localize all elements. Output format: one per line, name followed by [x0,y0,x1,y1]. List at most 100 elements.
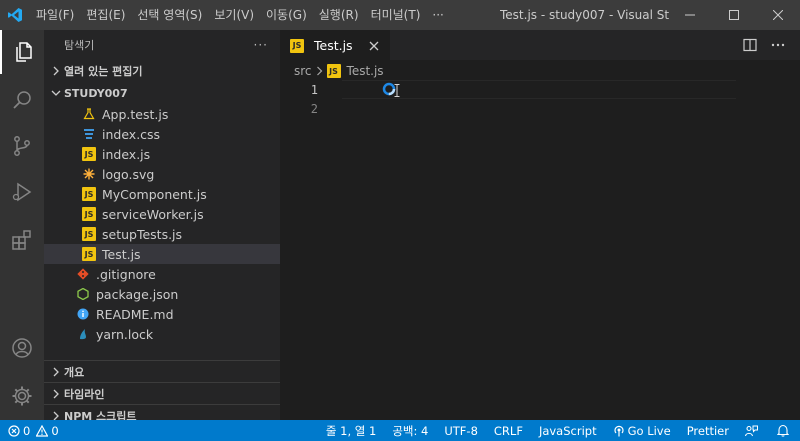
minimize-icon [685,14,695,16]
problems-indicator[interactable]: 0 0 [0,420,59,441]
text-cursor-icon [394,84,400,100]
sidebar-header: 탐색기 ··· [44,30,280,60]
file-item[interactable]: logo.svg [44,164,280,184]
menu-selection[interactable]: 선택 영역(S) [131,0,208,30]
end-of-line[interactable]: CRLF [486,420,531,441]
more-actions-button[interactable] [764,30,792,60]
split-editor-icon [743,38,757,52]
prettier-status[interactable]: Prettier [679,420,737,441]
menu-view[interactable]: 보기(V) [208,0,260,30]
more-icon [771,43,785,47]
timeline-section[interactable]: 타임라인 [44,382,280,404]
outline-section[interactable]: 개요 [44,360,280,382]
activity-bar [0,30,44,420]
files-icon [16,42,32,62]
css-icon [82,127,96,141]
file-item[interactable]: JS index.js [44,144,280,164]
cursor-position[interactable]: 줄 1, 열 1 [318,420,384,441]
maximize-button[interactable] [712,0,756,30]
code-editor[interactable]: 1 2 [280,80,800,118]
code-line[interactable]: 2 [280,99,800,118]
sidebar-more-button[interactable]: ··· [254,38,268,52]
minimize-button[interactable] [668,0,712,30]
split-editor-button[interactable] [736,30,764,60]
file-item[interactable]: package.json [44,284,280,304]
js-icon: JS [82,247,96,261]
breadcrumb-folder[interactable]: src [294,64,312,78]
menu-go[interactable]: 이동(G) [260,0,313,30]
gear-icon [12,386,32,406]
file-item-selected[interactable]: JS Test.js [44,244,280,264]
go-live-button[interactable]: Go Live [605,420,679,441]
search-button[interactable] [0,78,44,122]
file-item[interactable]: JS setupTests.js [44,224,280,244]
account-icon [12,338,32,358]
file-item[interactable]: App.test.js [44,104,280,124]
file-name: .gitignore [96,266,156,282]
explorer-button[interactable] [0,30,44,74]
breadcrumb-file[interactable]: Test.js [347,64,384,78]
file-item[interactable]: index.css [44,124,280,144]
code-line[interactable]: 1 [280,80,800,99]
js-icon: JS [82,187,96,201]
editor-area: JS Test.js src JS Test.js 1 2 [280,30,800,420]
tab-test-js[interactable]: JS Test.js [280,30,390,60]
file-name: index.css [102,126,161,142]
language-mode[interactable]: JavaScript [531,420,605,441]
bell-icon [777,424,789,437]
file-item[interactable]: JS MyComponent.js [44,184,280,204]
line-number: 1 [310,82,318,97]
file-item[interactable]: yarn.lock [44,324,280,344]
menu-more[interactable]: ··· [426,0,449,30]
menu-file[interactable]: 파일(F) [30,0,80,30]
breadcrumb: src JS Test.js [280,60,800,82]
window-controls [668,0,800,30]
tab-label: Test.js [314,38,353,53]
menu-terminal[interactable]: 터미널(T) [365,0,427,30]
feedback-button[interactable] [737,420,769,441]
error-count: 0 [23,423,31,438]
file-name: App.test.js [102,106,169,122]
open-editors-label: 열려 있는 편집기 [64,65,143,78]
manage-button[interactable] [0,374,44,418]
menu-edit[interactable]: 편집(E) [80,0,131,30]
editor-actions [736,30,792,60]
menu-run[interactable]: 실행(R) [313,0,365,30]
open-editors-section[interactable]: 열려 있는 편집기 [44,60,280,82]
file-item[interactable]: README.md [44,304,280,324]
file-item[interactable]: .gitignore [44,264,280,284]
sidebar-title: 탐색기 [64,39,95,52]
file-item[interactable]: JS serviceWorker.js [44,204,280,224]
js-icon: JS [290,38,304,53]
node-icon [76,287,90,301]
source-control-button[interactable] [0,124,44,168]
warning-icon [36,424,49,437]
editor-tabs: JS Test.js [280,30,800,60]
encoding[interactable]: UTF-8 [436,420,486,441]
svg-icon [82,167,96,181]
folder-section[interactable]: STUDY007 [44,82,280,104]
extensions-button[interactable] [0,218,44,262]
info-icon [76,307,90,321]
close-window-button[interactable] [756,0,800,30]
search-icon [13,91,31,109]
js-icon: JS [82,147,96,161]
js-icon: JS [82,207,96,221]
run-debug-button[interactable] [0,170,44,214]
window-title: Test.js - study007 - Visual Studio Code [500,8,670,22]
current-line-highlight [342,80,736,99]
accounts-button[interactable] [0,326,44,370]
file-name: serviceWorker.js [102,206,204,222]
close-icon [773,10,783,20]
maximize-icon [729,10,739,20]
tab-close-button[interactable] [366,38,382,54]
broadcast-icon [614,425,624,436]
feedback-icon [745,425,758,436]
file-name: Test.js [102,246,141,262]
yarn-icon [76,327,90,341]
warning-count: 0 [51,423,59,438]
menu-bar: 파일(F) 편집(E) 선택 영역(S) 보기(V) 이동(G) 실행(R) 터… [30,0,450,30]
js-icon: JS [326,64,341,78]
indentation[interactable]: 공백: 4 [384,420,436,441]
notifications-button[interactable] [769,420,800,441]
